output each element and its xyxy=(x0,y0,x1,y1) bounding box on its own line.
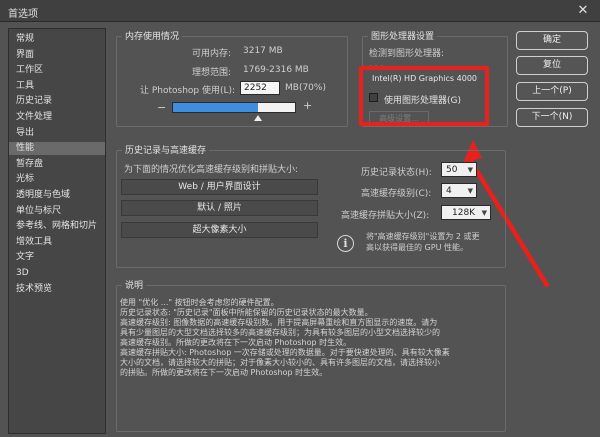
ok-button[interactable]: 确定 xyxy=(516,31,588,50)
cache-tip-line2: 高以获得最佳的 GPU 性能。 xyxy=(366,243,468,252)
cache-levels-select[interactable]: 4 ▼ xyxy=(441,183,477,198)
chevron-down-icon: ▼ xyxy=(467,166,473,174)
description-line: 使用 "优化 ..." 按钮时会考虑您的硬件配置。 xyxy=(120,298,279,307)
description-line: 高速缓存级别: 图像数据的高速缓存级别数。用于提高屏幕重绘和直方图显示的速度。请… xyxy=(120,318,438,327)
description-line: 具有少量图层的大型文档选择较多的高速缓存级别；为具有较多图层的小型文档选择较少的 xyxy=(120,328,440,337)
history-states-label: 历史记录状态(H): xyxy=(361,168,432,178)
cache-levels-label: 高速缓存级别(C): xyxy=(361,189,432,199)
optimize-web-ui-button[interactable]: Web / 用户界面设计 xyxy=(121,179,318,195)
reset-button[interactable]: 复位 xyxy=(516,56,588,75)
history-states-value: 50 xyxy=(446,165,458,175)
description-line: 历史记录状态: "历史记录"面板中所能保留的历史记录状态的最大数量。 xyxy=(120,308,373,317)
cache-tile-size-label: 高速缓存拼贴大小(Z): xyxy=(341,211,430,221)
previous-button[interactable]: 上一个(P) xyxy=(516,82,588,101)
cache-levels-value: 4 xyxy=(446,186,452,196)
cache-tile-size-select[interactable]: 128K ▼ xyxy=(441,205,491,220)
description-line: 的拼贴。所做的更改将在下一次启动 Photoshop 时生效。 xyxy=(120,368,328,377)
cache-tip-line1: 将"高速缓存级别"设置为 2 或更 xyxy=(366,232,480,241)
history-states-select[interactable]: 50 ▼ xyxy=(441,162,477,177)
description-line: 高速缓存拼贴大小: Photoshop 一次存储或处理的数据量。对于要快速处理的… xyxy=(120,348,450,357)
chevron-down-icon: ▼ xyxy=(467,187,473,195)
optimize-label: 为下面的情况优化高速缓存级别和拼贴大小: xyxy=(124,165,299,175)
cache-tile-size-value: 128K xyxy=(452,208,476,218)
next-button[interactable]: 下一个(N) xyxy=(516,108,588,127)
chevron-down-icon: ▼ xyxy=(481,209,487,217)
description-line: 大小的文档，请选择较大的拼贴；对于像素大小较小的、具有许多图层的文档，请选择较小 xyxy=(120,358,440,367)
optimize-huge-pixel-button[interactable]: 超大像素大小 xyxy=(121,222,318,238)
description-line: 高速缓存级别。所做的更改将在下一次启动 Photoshop 时生效。 xyxy=(120,338,352,347)
optimize-default-photo-button[interactable]: 默认 / 照片 xyxy=(121,200,318,216)
history-cache-title: 历史记录与高速缓存 xyxy=(122,143,210,156)
info-icon: i xyxy=(337,235,354,252)
description-title: 说明 xyxy=(122,278,147,291)
description-text: 使用 "优化 ..." 按钮时会考虑您的硬件配置。 历史记录状态: "历史记录"面… xyxy=(120,298,502,428)
